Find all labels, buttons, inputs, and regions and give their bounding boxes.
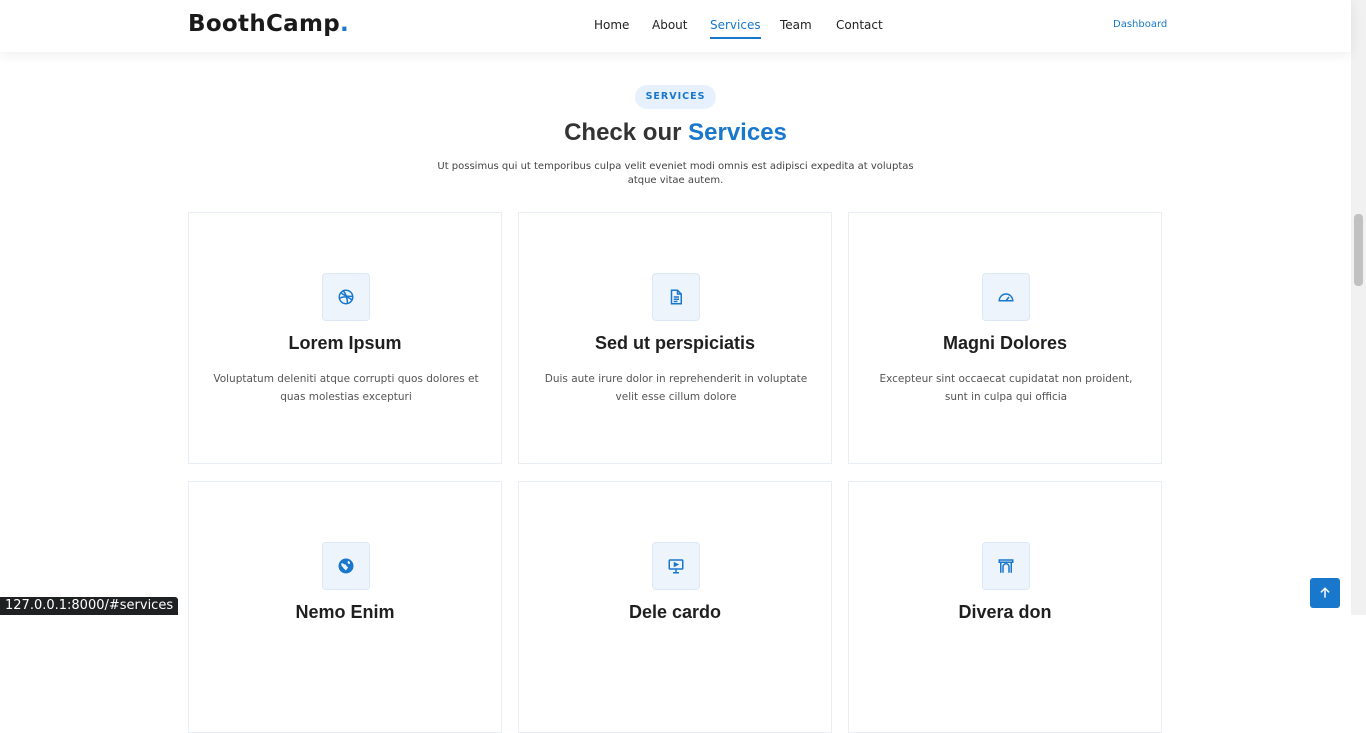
service-icon-box xyxy=(982,542,1030,590)
title-accent: Services xyxy=(688,119,787,146)
arrow-up-icon xyxy=(1320,587,1330,598)
page-scrollbar[interactable] xyxy=(1351,0,1366,615)
title-prefix: Check our xyxy=(564,119,682,146)
easel-icon xyxy=(668,559,684,574)
service-title[interactable]: Divera don xyxy=(849,602,1161,623)
service-icon-box xyxy=(322,542,370,590)
nav-services[interactable]: Services xyxy=(710,18,761,39)
service-title[interactable]: Sed ut perspiciatis xyxy=(519,333,831,354)
service-text: Excepteur sint occaecat cupidatat non pr… xyxy=(879,373,1133,403)
service-title[interactable]: Dele cardo xyxy=(519,602,831,623)
status-url: 127.0.0.1:8000/#services xyxy=(0,597,179,615)
site-logo[interactable]: BoothCamp. xyxy=(188,11,349,37)
service-card[interactable]: Magni Dolores Excepteur sint occaecat cu… xyxy=(848,212,1162,464)
file-text-icon xyxy=(670,289,682,305)
section-lead: Ut possimus qui ut temporibus culpa veli… xyxy=(437,161,914,186)
service-title[interactable]: Lorem Ipsum xyxy=(189,333,501,354)
service-text: Duis aute irure dolor in reprehenderit i… xyxy=(544,373,808,403)
service-icon-box xyxy=(652,273,700,321)
section-badge: SERVICES xyxy=(635,85,716,109)
nav-home[interactable]: Home xyxy=(594,18,629,37)
service-title[interactable]: Magni Dolores xyxy=(849,333,1161,354)
logo-text: BoothCamp xyxy=(188,11,341,37)
nav-contact[interactable]: Contact xyxy=(836,18,883,37)
section-title: Check our Services xyxy=(0,119,1351,147)
dashboard-link[interactable]: Dashboard xyxy=(1113,19,1167,30)
globe-icon xyxy=(338,558,354,574)
service-card[interactable]: Dele cardo xyxy=(518,481,832,733)
service-card[interactable]: Nemo Enim xyxy=(188,481,502,733)
service-text: Voluptatum deleniti atque corrupti quos … xyxy=(213,373,479,403)
scrollbar-thumb[interactable] xyxy=(1354,214,1363,286)
dribbble-icon xyxy=(338,289,354,305)
service-title[interactable]: Nemo Enim xyxy=(189,602,501,623)
speedometer-icon xyxy=(998,293,1014,302)
service-card[interactable]: Sed ut perspiciatis Duis aute irure dolo… xyxy=(518,212,832,464)
service-icon-box xyxy=(322,273,370,321)
site-header: BoothCamp. Home About Services Team Cont… xyxy=(0,0,1351,52)
back-to-top-button[interactable] xyxy=(1310,578,1340,608)
service-card[interactable]: Lorem Ipsum Voluptatum deleniti atque co… xyxy=(188,212,502,464)
logo-dot: . xyxy=(340,11,350,37)
arch-icon xyxy=(998,559,1014,573)
service-icon-box xyxy=(982,273,1030,321)
service-card[interactable]: Divera don xyxy=(848,481,1162,733)
nav-about[interactable]: About xyxy=(652,18,687,37)
service-icon-box xyxy=(652,542,700,590)
nav-team[interactable]: Team xyxy=(780,18,812,37)
